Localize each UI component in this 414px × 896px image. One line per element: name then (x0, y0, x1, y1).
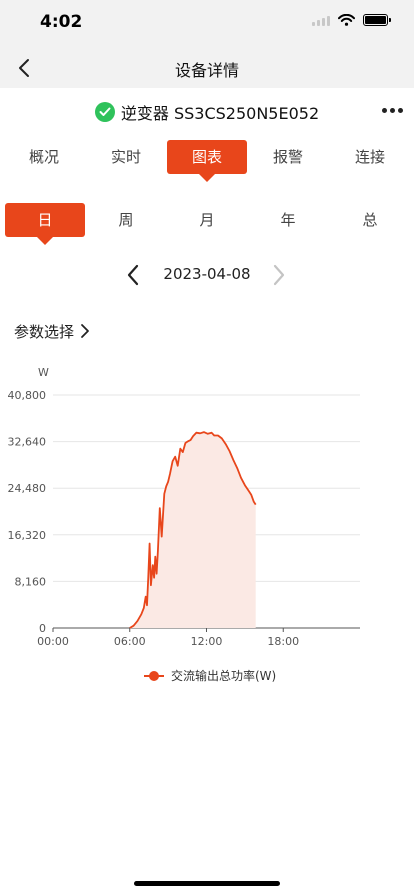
tab-connection[interactable]: 连接 (330, 140, 410, 174)
status-bar: 4:02 (0, 0, 414, 46)
device-name: 逆变器 SS3CS250N5E052 (120, 104, 320, 123)
x-axis-ticks: 00:00 06:00 12:00 18:00 (37, 628, 299, 648)
checkmark-icon (99, 107, 111, 116)
period-tab-day[interactable]: 日 (5, 203, 85, 245)
home-indicator (134, 881, 280, 886)
legend-marker (149, 671, 159, 681)
chart-legend: 交流输出总功率(W) (144, 668, 276, 683)
tab-overview[interactable]: 概况 (4, 140, 84, 174)
previous-date-button[interactable] (120, 262, 146, 288)
x-tick-label: 18:00 (267, 635, 299, 648)
device-header: 逆变器 SS3CS250N5E052 (0, 100, 414, 126)
y-tick-label: 16,320 (8, 529, 47, 542)
y-tick-label: 0 (39, 622, 46, 635)
y-tick-label: 8,160 (15, 575, 47, 588)
series-area (129, 432, 256, 628)
chevron-left-icon (127, 264, 139, 286)
y-axis-unit: W (38, 366, 49, 379)
next-date-button[interactable] (266, 262, 292, 288)
y-tick-label: 40,800 (8, 389, 47, 402)
x-tick-label: 00:00 (37, 635, 69, 648)
parameter-select-label: 参数选择 (14, 322, 75, 341)
wifi-icon (338, 14, 355, 26)
chevron-right-icon (81, 324, 89, 338)
period-tabs: 日 周 月 年 总 (0, 203, 414, 245)
y-tick-label: 24,480 (8, 482, 47, 495)
current-date: 2023-04-08 (163, 265, 251, 283)
power-chart: W 0 8,160 16,320 24,480 32,640 40,800 00:00 06… (8, 366, 360, 683)
date-navigator: 2023-04-08 (0, 262, 414, 288)
y-tick-label: 32,640 (8, 436, 47, 449)
parameter-select-button[interactable]: 参数选择 (14, 320, 90, 342)
chevron-right-icon (273, 264, 285, 286)
tab-realtime[interactable]: 实时 (86, 140, 166, 174)
battery-icon (363, 14, 391, 26)
more-options-button[interactable] (378, 100, 406, 120)
x-tick-label: 12:00 (191, 635, 223, 648)
nav-bar: 设备详情 (0, 46, 414, 88)
status-time: 4:02 (40, 12, 83, 32)
online-status-icon (94, 102, 115, 122)
status-icons (312, 14, 391, 26)
period-tab-total[interactable]: 总 (330, 203, 410, 237)
period-tab-week[interactable]: 周 (86, 203, 166, 237)
x-tick-label: 06:00 (114, 635, 146, 648)
tab-chart[interactable]: 图表 (167, 140, 247, 182)
page-title: 设备详情 (174, 61, 239, 80)
tab-alarm[interactable]: 报警 (248, 140, 328, 174)
period-tab-year[interactable]: 年 (248, 203, 328, 237)
main-tabs: 概况 实时 图表 报警 连接 (0, 140, 414, 182)
legend-label: 交流输出总功率(W) (171, 668, 276, 683)
cellular-signal-icon (312, 15, 330, 26)
y-axis-ticks: 0 8,160 16,320 24,480 32,640 40,800 (8, 389, 47, 635)
chart-series (129, 431, 257, 629)
device-info: 逆变器 SS3CS250N5E052 (0, 100, 414, 124)
period-tab-month[interactable]: 月 (167, 203, 247, 237)
